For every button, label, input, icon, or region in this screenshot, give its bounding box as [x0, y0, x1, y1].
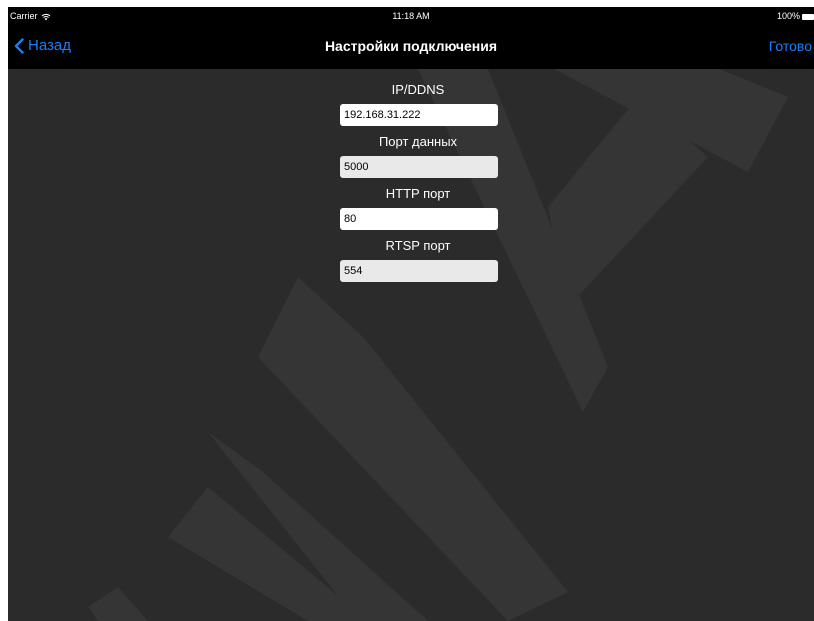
status-time: 11:18 AM — [392, 11, 430, 21]
status-right: 100% — [777, 7, 814, 26]
battery-icon — [802, 13, 814, 20]
app-screen: Carrier 11:18 AM 100% Назад Настройки по… — [8, 7, 814, 621]
page-title: Настройки подключения — [324, 38, 498, 54]
data-port-input[interactable] — [340, 156, 498, 178]
done-button[interactable]: Готово — [769, 38, 812, 54]
navigation-bar: Назад Настройки подключения Готово — [8, 26, 814, 69]
connection-settings-form: IP/DDNS Порт данных HTTP порт RTSP порт — [338, 80, 498, 288]
ip-ddns-label: IP/DDNS — [391, 82, 445, 97]
rtsp-port-input[interactable] — [340, 260, 498, 282]
status-bar: Carrier 11:18 AM 100% — [8, 7, 814, 26]
battery-percent: 100% — [776, 11, 800, 21]
http-port-input[interactable] — [340, 208, 498, 230]
data-port-label: Порт данных — [378, 134, 458, 149]
rtsp-port-label: RTSP порт — [385, 238, 451, 253]
http-port-label: HTTP порт — [385, 186, 451, 201]
ip-ddns-input[interactable] — [340, 104, 498, 126]
